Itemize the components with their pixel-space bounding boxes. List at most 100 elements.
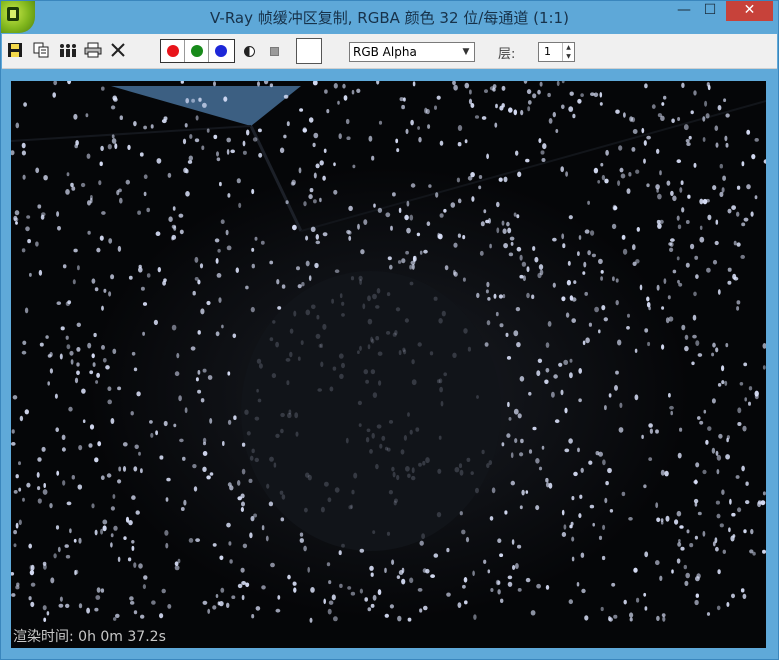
light-speckle	[570, 521, 574, 526]
light-speckle	[537, 89, 541, 95]
light-speckle	[552, 111, 556, 118]
light-speckle	[371, 432, 375, 439]
light-speckle	[643, 158, 646, 164]
spinner-arrows-icon[interactable]: ▲ ▼	[562, 43, 574, 61]
light-speckle	[619, 402, 623, 408]
light-speckle	[582, 340, 586, 346]
light-speckle	[350, 504, 353, 509]
clone-icon[interactable]	[58, 42, 78, 60]
light-speckle	[223, 96, 228, 102]
light-speckle	[514, 438, 518, 444]
light-speckle	[656, 284, 660, 291]
red-channel-button[interactable]	[161, 40, 185, 62]
light-speckle	[505, 332, 509, 337]
light-speckle	[345, 437, 349, 444]
layer-spinner[interactable]: 1 ▲ ▼	[538, 42, 575, 62]
light-speckle	[741, 161, 745, 167]
minimize-button[interactable]: —	[671, 1, 697, 21]
light-speckle	[535, 505, 540, 511]
light-speckle	[677, 224, 682, 230]
light-speckle	[21, 142, 26, 149]
print-icon[interactable]	[84, 42, 102, 60]
light-speckle	[105, 365, 110, 370]
light-speckle	[489, 243, 492, 249]
channel-select[interactable]: RGB Alpha ▼	[349, 42, 475, 62]
maximize-button[interactable]: ☐	[697, 1, 723, 21]
light-speckle	[329, 386, 334, 392]
light-speckle	[746, 184, 751, 190]
light-speckle	[721, 187, 725, 193]
light-speckle	[530, 610, 536, 616]
light-speckle	[600, 162, 604, 167]
light-speckle	[678, 282, 683, 287]
light-speckle	[189, 134, 193, 139]
light-speckle	[28, 596, 32, 601]
light-speckle	[313, 199, 317, 204]
light-speckle	[743, 529, 747, 534]
light-speckle	[96, 247, 101, 253]
light-speckle	[745, 500, 750, 505]
light-speckle	[592, 522, 595, 527]
light-speckle	[258, 152, 263, 158]
light-speckle	[457, 233, 461, 238]
light-speckle	[407, 473, 411, 478]
light-speckle	[462, 584, 466, 589]
light-speckle	[215, 594, 219, 598]
light-speckle	[566, 279, 572, 286]
light-speckle	[256, 358, 262, 364]
light-speckle	[68, 406, 73, 412]
light-speckle	[27, 239, 31, 244]
light-speckle	[19, 415, 24, 422]
light-speckle	[127, 557, 132, 562]
light-speckle	[227, 193, 231, 198]
light-speckle	[66, 344, 71, 350]
light-speckle	[94, 529, 98, 536]
light-speckle	[310, 587, 315, 593]
clear-icon[interactable]	[109, 42, 127, 60]
light-speckle	[37, 457, 42, 462]
light-speckle	[403, 349, 407, 355]
light-speckle	[646, 183, 650, 188]
light-speckle	[465, 536, 470, 543]
light-speckle	[197, 330, 201, 335]
light-speckle	[461, 529, 466, 535]
light-speckle	[598, 329, 601, 334]
light-speckle	[736, 306, 740, 311]
light-speckle	[538, 466, 543, 471]
light-speckle	[240, 567, 245, 573]
light-speckle	[671, 569, 674, 574]
light-speckle	[598, 258, 603, 265]
light-speckle	[626, 326, 630, 330]
color-swatch[interactable]	[296, 38, 322, 64]
light-speckle	[507, 227, 512, 234]
light-speckle	[457, 142, 462, 147]
close-button[interactable]: ✕	[726, 1, 773, 21]
light-speckle	[326, 109, 330, 114]
monochrome-icon[interactable]	[270, 47, 279, 56]
light-speckle	[656, 219, 661, 225]
green-channel-button[interactable]	[185, 40, 209, 62]
title-bar[interactable]: V-Ray 帧缓冲区复制, RGBA 颜色 32 位/每通道 (1:1) — ☐…	[1, 1, 778, 33]
alpha-channel-icon[interactable]	[244, 46, 255, 57]
light-speckle	[280, 517, 285, 522]
light-speckle	[400, 449, 405, 455]
light-speckle	[293, 587, 297, 593]
light-speckle	[265, 535, 269, 542]
light-speckle	[486, 153, 489, 160]
light-speckle	[100, 588, 105, 593]
light-speckle	[643, 484, 647, 489]
light-speckle	[334, 269, 340, 273]
light-speckle	[712, 259, 718, 265]
light-speckle	[185, 169, 189, 174]
light-speckle	[13, 217, 19, 222]
blue-channel-button[interactable]	[209, 40, 233, 62]
light-speckle	[307, 566, 311, 573]
render-viewport[interactable]: 渲染时间: 0h 0m 37.2s	[11, 81, 766, 648]
light-speckle	[319, 197, 322, 203]
light-speckle	[184, 407, 188, 414]
light-speckle	[517, 171, 522, 178]
save-icon[interactable]	[6, 42, 24, 60]
light-speckle	[612, 276, 615, 282]
copy-icon[interactable]	[32, 42, 50, 60]
light-speckle	[110, 542, 113, 548]
